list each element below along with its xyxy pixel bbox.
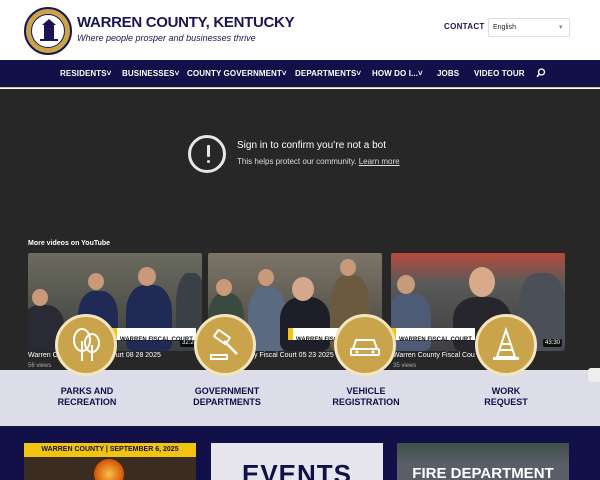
quick-link-parks-recreation[interactable]: PARKS AND RECREATION xyxy=(27,386,147,408)
quick-link-label: REQUEST xyxy=(484,397,528,407)
bot-check-text: This helps protect our community. xyxy=(237,157,357,166)
site-title[interactable]: WARREN COUNTY, KENTUCKY xyxy=(77,14,295,31)
county-seal-logo[interactable] xyxy=(24,7,72,55)
bot-check-subtitle: This helps protect our community. Learn … xyxy=(237,157,400,166)
quick-link-label: VEHICLE xyxy=(346,386,386,396)
bot-check-title: Sign in to confirm you’re not a bot xyxy=(237,140,386,151)
video-caption[interactable]: Warren County Fiscal Cou xyxy=(393,352,475,359)
site-header: WARREN COUNTY, KENTUCKY Where people pro… xyxy=(0,0,600,60)
language-select[interactable]: English ▾ xyxy=(488,18,570,37)
tree-icon[interactable] xyxy=(55,314,117,376)
language-select-value: English xyxy=(493,24,516,31)
quick-link-label: RECREATION xyxy=(57,397,117,407)
nav-item-video-tour[interactable]: VIDEO TOUR xyxy=(474,69,525,78)
nav-item-jobs[interactable]: JOBS xyxy=(437,69,459,78)
feature-card-title: EVENTS xyxy=(241,459,353,480)
video-overlay-banner: WARREN FISCAL COURT xyxy=(391,328,475,343)
chevron-down-icon: ▾ xyxy=(559,24,563,31)
quick-link-vehicle-registration[interactable]: VEHICLE REGISTRATION xyxy=(306,386,426,408)
search-icon[interactable] xyxy=(536,68,546,78)
feature-card-fire-department[interactable]: FIRE DEPARTMENT xyxy=(397,443,569,480)
learn-more-link[interactable]: Learn more xyxy=(359,157,400,166)
video-views: 35 views xyxy=(393,363,417,369)
video-views: 56 views xyxy=(28,363,52,369)
feature-card-title: WARREN COUNTY | SEPTEMBER 6, 2025 xyxy=(41,446,179,453)
alert-icon xyxy=(188,135,226,173)
quick-link-work-request[interactable]: WORK REQUEST xyxy=(446,386,566,408)
nav-item-how-do-i[interactable]: HOW DO I...˅ xyxy=(372,69,423,78)
nav-item-businesses[interactable]: BUSINESSES˅ xyxy=(122,69,179,78)
quick-link-label: WORK xyxy=(491,386,521,396)
quick-link-label: PARKS AND xyxy=(60,386,114,396)
quick-link-label: DEPARTMENTS xyxy=(193,397,261,407)
video-overlay-banner: WARREN FISCAL COURT xyxy=(112,328,196,343)
nav-item-residents[interactable]: RESIDENTS˅ xyxy=(60,69,111,78)
feature-card-september[interactable]: WARREN COUNTY | SEPTEMBER 6, 2025 xyxy=(24,443,196,480)
page: WARREN COUNTY, KENTUCKY Where people pro… xyxy=(0,0,600,480)
quick-link-label: REGISTRATION xyxy=(332,397,400,407)
main-nav: RESIDENTS˅ BUSINESSES˅ COUNTY GOVERNMENT… xyxy=(0,60,600,88)
car-icon[interactable] xyxy=(334,314,396,376)
nav-item-county-government[interactable]: COUNTY GOVERNMENT˅ xyxy=(187,69,287,78)
video-duration: 43:30 xyxy=(542,339,562,347)
contact-link[interactable]: CONTACT xyxy=(444,22,485,31)
site-tagline: Where people prosper and businesses thri… xyxy=(77,33,256,43)
feature-card-events[interactable]: EVENTS xyxy=(211,443,383,480)
more-videos-label: More videos on YouTube xyxy=(28,240,111,247)
traffic-cone-icon[interactable] xyxy=(475,314,537,376)
scroll-to-top-button[interactable] xyxy=(588,368,600,382)
feature-card-title: FIRE DEPARTMENT xyxy=(412,465,554,480)
quick-link-label: GOVERNMENT xyxy=(194,386,260,396)
gavel-icon[interactable] xyxy=(194,314,256,376)
nav-item-departments[interactable]: DEPARTMENTS˅ xyxy=(295,69,361,78)
quick-link-government-departments[interactable]: GOVERNMENT DEPARTMENTS xyxy=(167,386,287,408)
